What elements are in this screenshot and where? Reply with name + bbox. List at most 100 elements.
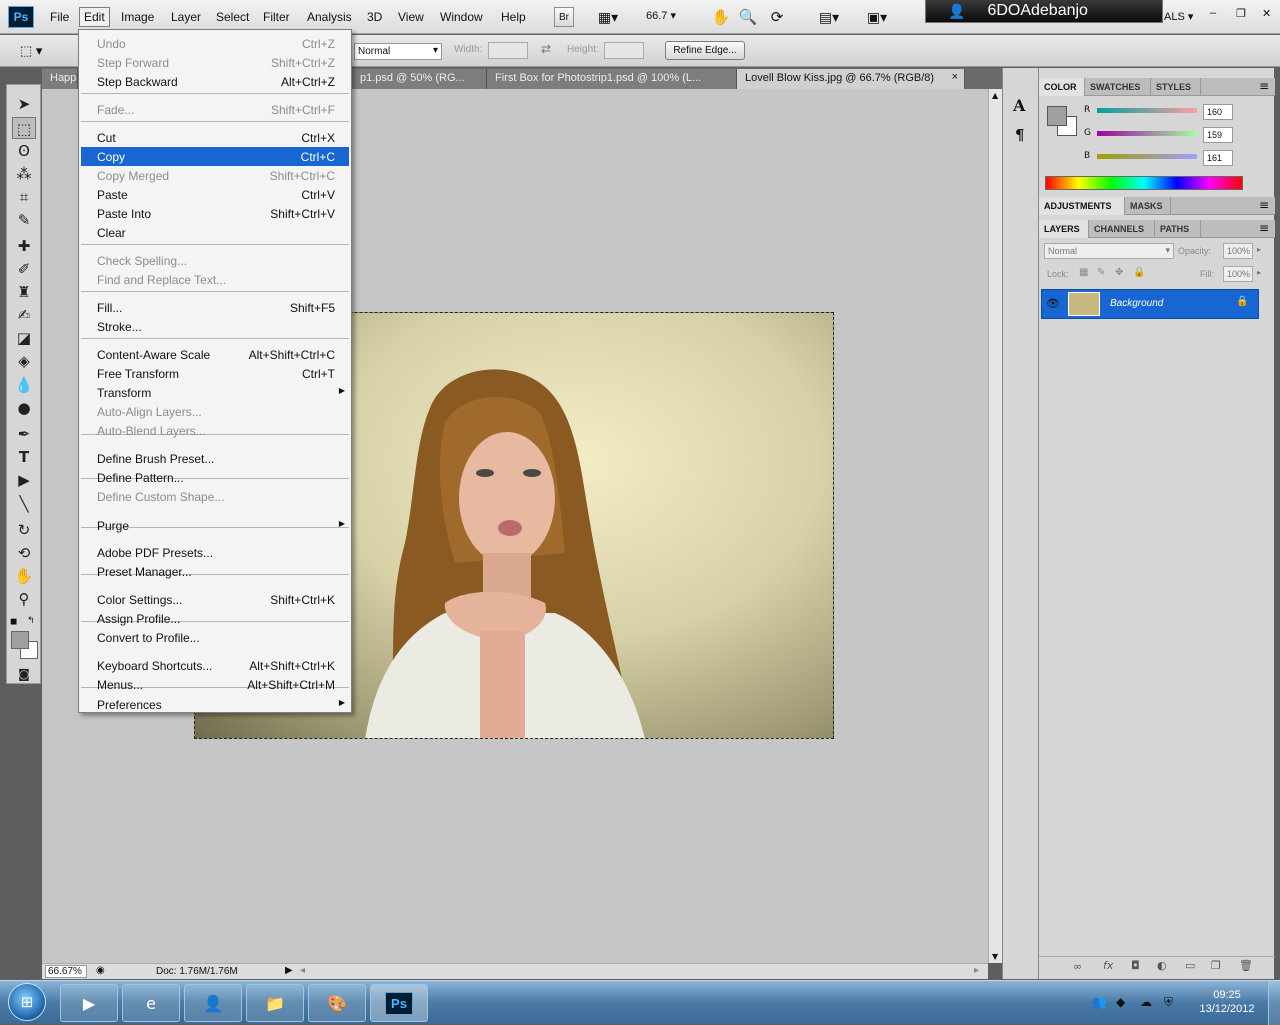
zoom-field[interactable]: 66.67% <box>45 965 87 978</box>
fill-slider-toggle[interactable]: ▸ <box>1257 268 1261 277</box>
swap-dimensions-icon[interactable]: ⇄ <box>541 42 551 56</box>
media-player-icon[interactable]: ▶ <box>60 984 118 1022</box>
magic-wand-tool-icon[interactable]: ⁂ <box>12 163 36 185</box>
blue-value-field[interactable]: 161 <box>1203 150 1233 166</box>
refine-edge-button[interactable]: Refine Edge... <box>665 41 745 60</box>
eraser-tool-icon[interactable]: ◪ <box>12 327 36 349</box>
tab-styles[interactable]: STYLES <box>1151 78 1201 96</box>
rectangular-marquee-tool-icon[interactable]: ⬚ <box>12 117 36 139</box>
close-button[interactable]: ✕ <box>1262 7 1271 20</box>
scroll-left-icon[interactable]: ◂ <box>300 965 305 976</box>
delete-layer-icon[interactable]: 🗑 <box>1239 959 1253 972</box>
photoshop-logo-icon[interactable]: Ps <box>8 6 34 28</box>
zoom-tool-icon[interactable]: 🔍 <box>737 7 759 27</box>
foreground-color-swatch[interactable] <box>1047 106 1067 126</box>
menu-item-free-transform[interactable]: Free Transform Ctrl+T <box>81 364 349 383</box>
menu-item-define-pattern[interactable]: Define Pattern... <box>81 468 349 487</box>
panel-menu-icon[interactable]: ≡ <box>1259 221 1269 235</box>
menu-item-stroke[interactable]: Stroke... <box>81 317 349 336</box>
panel-menu-icon[interactable]: ≡ <box>1259 79 1269 93</box>
menu-3d[interactable]: 3D <box>363 9 386 25</box>
view-extras-button[interactable]: ▦▾ <box>590 7 626 27</box>
tab-color[interactable]: COLOR <box>1039 78 1085 96</box>
document-tab[interactable]: First Box for Photostrip1.psd @ 100% (L.… <box>487 69 737 89</box>
healing-brush-tool-icon[interactable]: ✚ <box>12 235 36 257</box>
green-slider[interactable] <box>1097 131 1197 136</box>
paint-icon[interactable]: 🎨 <box>308 984 366 1022</box>
bridge-button[interactable]: Br <box>554 7 574 27</box>
default-colors-icon[interactable]: ◼ <box>10 617 17 627</box>
link-layers-icon[interactable]: ∞ <box>1073 960 1082 973</box>
network-user-icon[interactable]: 👥 <box>1092 995 1107 1009</box>
height-field[interactable] <box>604 42 644 59</box>
layer-mask-icon[interactable]: ◘ <box>1131 959 1140 972</box>
marquee-preset-icon[interactable]: ⬚ ▾ <box>20 43 42 59</box>
menu-item-auto-blend-layers[interactable]: Auto-Blend Layers... <box>81 421 349 440</box>
menu-file[interactable]: File <box>46 9 73 25</box>
menu-item-transform[interactable]: Transform ▶ <box>81 383 349 402</box>
menu-item-step-backward[interactable]: Step Backward Alt+Ctrl+Z <box>81 72 349 91</box>
red-value-field[interactable]: 160 <box>1203 104 1233 120</box>
lock-position-icon[interactable]: ✥ <box>1115 267 1123 278</box>
document-tab-active[interactable]: Lovell Blow Kiss.jpg @ 66.7% (RGB/8) × <box>737 69 965 89</box>
opacity-field[interactable]: 100% <box>1223 243 1253 259</box>
menu-item-copy[interactable]: Copy Ctrl+C <box>81 147 349 166</box>
menu-item-paste[interactable]: Paste Ctrl+V <box>81 185 349 204</box>
security-shield-icon[interactable]: ⛨ <box>1164 995 1173 1010</box>
start-button-icon[interactable]: ⊞ <box>8 983 46 1021</box>
menu-item-assign-profile[interactable]: Assign Profile... <box>81 609 349 628</box>
opacity-slider-toggle[interactable]: ▸ <box>1257 245 1261 254</box>
internet-explorer-icon[interactable]: e <box>122 984 180 1022</box>
type-tool-icon[interactable]: T <box>12 446 36 468</box>
brush-tool-icon[interactable]: ✐ <box>12 258 36 280</box>
3d-orbit-tool-icon[interactable]: ⟲ <box>12 542 36 564</box>
red-slider[interactable] <box>1097 108 1197 113</box>
menu-image[interactable]: Image <box>117 9 158 25</box>
swap-colors-icon[interactable]: ↰ <box>27 616 35 626</box>
eyedropper-tool-icon[interactable]: ✎ <box>12 209 36 231</box>
tab-close-icon[interactable]: × <box>952 71 958 83</box>
menu-item-find-and-replace-text[interactable]: Find and Replace Text... <box>81 270 349 289</box>
fill-field[interactable]: 100% <box>1223 266 1253 282</box>
menu-item-menus[interactable]: Menus... Alt+Shift+Ctrl+M <box>81 675 349 694</box>
character-panel-icon[interactable]: A <box>1013 96 1025 115</box>
tray-app-icon[interactable]: ◆ <box>1116 995 1125 1009</box>
menu-item-content-aware-scale[interactable]: Content-Aware Scale Alt+Shift+Ctrl+C <box>81 345 349 364</box>
panel-menu-icon[interactable]: ≡ <box>1259 198 1269 212</box>
crop-tool-icon[interactable]: ⌗ <box>12 186 36 208</box>
layer-style-icon[interactable]: fx <box>1103 959 1113 972</box>
width-field[interactable] <box>488 42 528 59</box>
blue-slider[interactable] <box>1097 154 1197 159</box>
user-icon[interactable]: 👤 <box>184 984 242 1022</box>
scroll-right-icon[interactable]: ▸ <box>974 965 979 976</box>
menu-item-color-settings[interactable]: Color Settings... Shift+Ctrl+K <box>81 590 349 609</box>
pen-tool-icon[interactable]: ✒ <box>12 423 36 445</box>
status-info-icon[interactable]: ◉ <box>96 965 105 976</box>
minimize-button[interactable]: – <box>1210 7 1216 19</box>
system-clock[interactable]: 09:25 13/12/2012 <box>1190 989 1264 1015</box>
menu-layer[interactable]: Layer <box>167 9 205 25</box>
tab-masks[interactable]: MASKS <box>1125 197 1171 215</box>
color-spectrum-ramp[interactable] <box>1045 176 1243 190</box>
menu-select[interactable]: Select <box>212 9 253 25</box>
new-layer-icon[interactable]: ❐ <box>1211 959 1221 972</box>
menu-item-convert-to-profile[interactable]: Convert to Profile... <box>81 628 349 647</box>
history-brush-tool-icon[interactable]: ✍ <box>12 304 36 326</box>
menu-item-paste-into[interactable]: Paste Into Shift+Ctrl+V <box>81 204 349 223</box>
blur-tool-icon[interactable]: 💧 <box>12 374 36 396</box>
lasso-tool-icon[interactable]: ʘ <box>12 140 36 162</box>
menu-item-fade[interactable]: Fade... Shift+Ctrl+F <box>81 100 349 119</box>
menu-item-check-spelling[interactable]: Check Spelling... <box>81 251 349 270</box>
tab-adjustments[interactable]: ADJUSTMENTS <box>1039 197 1125 215</box>
new-group-icon[interactable]: ▭ <box>1185 959 1195 972</box>
menu-item-undo[interactable]: Undo Ctrl+Z <box>81 34 349 53</box>
clone-stamp-tool-icon[interactable]: ♜ <box>12 281 36 303</box>
document-tab[interactable]: Happ <box>42 69 78 89</box>
menu-view[interactable]: View <box>394 9 428 25</box>
hand-tool-icon[interactable]: ✋ <box>12 565 36 587</box>
3d-rotate-tool-icon[interactable]: ↻ <box>12 519 36 541</box>
folder-icon[interactable]: 📁 <box>246 984 304 1022</box>
menu-item-preferences[interactable]: Preferences ▶ <box>81 695 349 714</box>
menu-item-purge[interactable]: Purge ▶ <box>81 516 349 535</box>
vertical-scrollbar[interactable]: ▲ ▼ <box>988 89 1002 963</box>
